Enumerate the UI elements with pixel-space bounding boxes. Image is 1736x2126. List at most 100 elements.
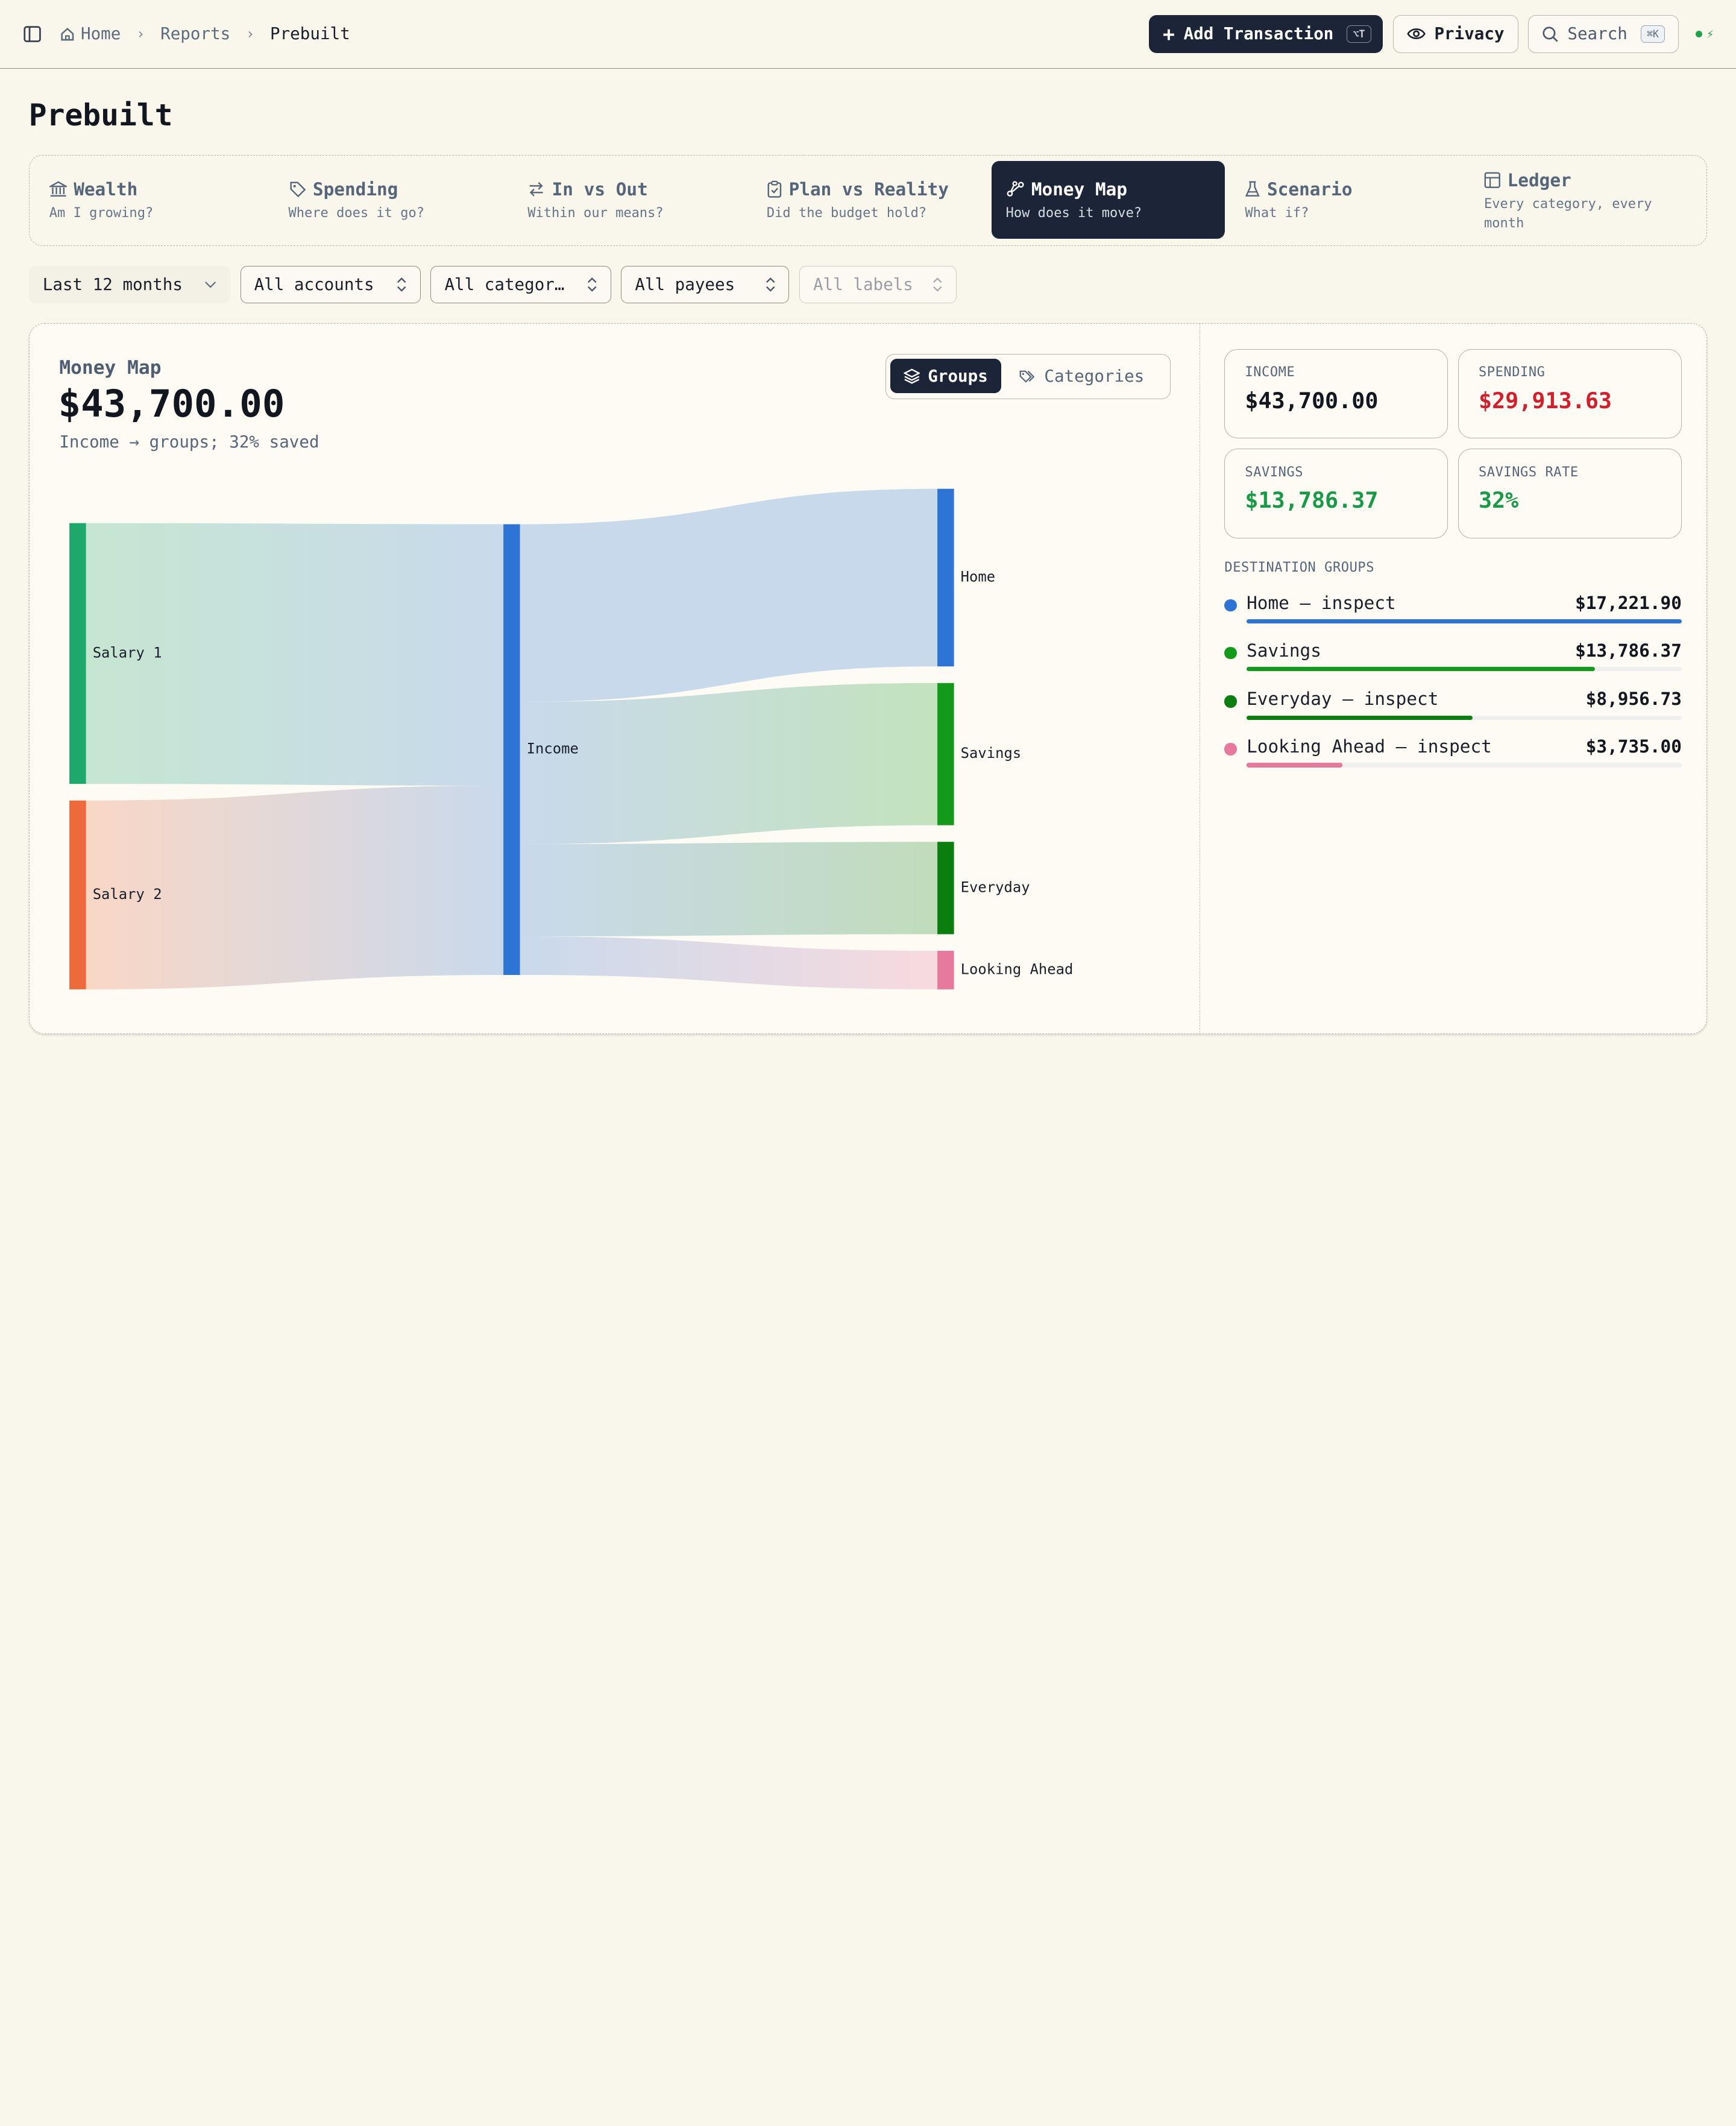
tab-wealth[interactable]: Wealth Am I growing?: [35, 161, 269, 239]
breadcrumb-reports[interactable]: Reports: [160, 24, 230, 43]
period-select-value: Last 12 months: [42, 275, 183, 295]
sankey-link: [520, 683, 937, 845]
destination-bar-track: [1247, 666, 1682, 672]
destination-bar-fill: [1247, 715, 1473, 720]
income-stat-label: INCOME: [1245, 365, 1295, 380]
destination-dot: [1224, 646, 1237, 659]
chevron-right-icon: ›: [245, 25, 255, 43]
flow-icon: [1007, 181, 1024, 197]
breadcrumb-current: Prebuilt: [270, 24, 350, 44]
savings-stat-label: SAVINGS: [1245, 464, 1304, 480]
sankey-node-target: [937, 488, 954, 667]
destination-amount: $13,786.37: [1575, 640, 1682, 661]
sankey-label-source: Salary 2: [92, 886, 162, 903]
categories-select[interactable]: All categor…: [430, 265, 611, 304]
destination-dot: [1224, 743, 1237, 755]
chevron-down-icon: [204, 281, 216, 288]
destination-amount: $3,735.00: [1585, 736, 1682, 757]
income-stat: INCOME $43,700.00: [1224, 349, 1448, 439]
destination-row-savings[interactable]: Savings $13,786.37: [1224, 640, 1682, 684]
chevron-right-icon: ›: [136, 25, 145, 43]
updown-icon: [766, 277, 775, 292]
destination-row-everyday[interactable]: Everyday — inspect $8,956.73: [1224, 689, 1682, 733]
destination-name: Savings: [1247, 640, 1321, 661]
sync-status: ⚡: [1695, 27, 1714, 42]
destination-bar-track: [1247, 619, 1682, 624]
search-label: Search: [1567, 24, 1628, 44]
destination-bar-fill: [1247, 763, 1342, 768]
labels-select-value: All labels: [813, 275, 913, 295]
add-shortcut-badge: ⌥T: [1347, 25, 1371, 43]
plus-icon: +: [1163, 22, 1175, 46]
tab-money-map[interactable]: Money Map How does it move?: [991, 161, 1225, 239]
tab-spending[interactable]: Spending Where does it go?: [274, 161, 508, 239]
search-shortcut-badge: ⌘K: [1640, 25, 1665, 43]
bank-icon: [49, 181, 68, 197]
destination-amount: $17,221.90: [1575, 592, 1682, 613]
payees-select[interactable]: All payees: [621, 265, 790, 304]
destination-bar-track: [1247, 763, 1682, 768]
sankey-link: [520, 936, 937, 990]
period-select[interactable]: Last 12 months: [28, 265, 231, 304]
destination-dot: [1224, 695, 1237, 708]
spending-stat-value: $29,913.63: [1478, 388, 1612, 414]
sankey-chart: Salary 1 Salary 2 Home Savings Everyday Looki…: [69, 488, 1073, 990]
sankey-label-target: Looking Ahead: [960, 961, 1073, 978]
search-button[interactable]: Search ⌘K: [1528, 15, 1679, 53]
privacy-button[interactable]: Privacy: [1392, 15, 1518, 53]
savings-stat: SAVINGS $13,786.37: [1224, 448, 1448, 538]
bolt-icon: ⚡: [1706, 27, 1714, 42]
sankey-label-target: Everyday: [960, 879, 1030, 896]
updown-icon: [397, 277, 406, 292]
sankey-node-target: [937, 842, 954, 935]
app-root: Home › Reports › Prebuilt + Add Transact…: [0, 0, 1736, 1157]
arrows-icon: [529, 181, 543, 197]
add-transaction-button[interactable]: + Add Transaction ⌥T: [1148, 15, 1383, 53]
sankey-node-source: [69, 523, 86, 784]
accounts-select-value: All accounts: [254, 275, 374, 295]
breadcrumb-home[interactable]: Home: [60, 24, 121, 43]
accounts-select[interactable]: All accounts: [240, 265, 421, 304]
eye-icon: [1406, 28, 1426, 40]
tab-plan-vs-reality-subtitle: Did the budget hold?: [766, 206, 927, 221]
top-bar: Home › Reports › Prebuilt + Add Transact…: [0, 0, 1736, 69]
spending-stat-label: SPENDING: [1478, 365, 1546, 380]
tab-ledger[interactable]: Ledger Every category, every month: [1470, 161, 1691, 239]
privacy-label: Privacy: [1434, 24, 1505, 44]
destination-dot: [1224, 599, 1237, 611]
tab-wealth-title: Wealth: [74, 178, 138, 200]
sankey-label-target: Savings: [960, 745, 1021, 762]
destination-name: Everyday — inspect: [1247, 689, 1439, 710]
filter-bar: Last 12 months All accounts All categor……: [28, 265, 957, 304]
tab-money-map-subtitle: How does it move?: [1005, 206, 1142, 221]
destination-row-looking-ahead[interactable]: Looking Ahead — inspect $3,735.00: [1224, 736, 1682, 780]
destination-amount: $8,956.73: [1585, 689, 1682, 710]
tab-spending-title: Spending: [312, 178, 398, 200]
tab-money-map-title: Money Map: [1031, 178, 1128, 200]
destination-name: Home — inspect: [1247, 592, 1396, 613]
income-stat-value: $43,700.00: [1245, 388, 1379, 414]
page-title: Prebuilt: [28, 97, 173, 133]
flask-icon: [1245, 181, 1260, 197]
breadcrumb-home-label: Home: [81, 24, 121, 44]
tab-scenario[interactable]: Scenario What if?: [1230, 161, 1464, 239]
savings-rate-value: 32%: [1478, 487, 1519, 514]
sankey-node-middle: [503, 524, 520, 976]
sidebar-toggle-icon[interactable]: [22, 24, 42, 44]
destination-row-home[interactable]: Home — inspect $17,221.90: [1224, 593, 1682, 637]
clipboard-icon: [767, 180, 782, 198]
savings-stat-value: $13,786.37: [1245, 487, 1379, 514]
tab-plan-vs-reality[interactable]: Plan vs Reality Did the budget hold?: [752, 161, 986, 239]
status-dot: [1695, 30, 1702, 37]
savings-rate-stat: SAVINGS RATE 32%: [1458, 448, 1682, 538]
table-icon: [1484, 172, 1500, 189]
labels-select[interactable]: All labels: [799, 265, 957, 304]
sankey-link: [520, 842, 937, 937]
tab-in-vs-out[interactable]: In vs Out Within our means?: [513, 161, 747, 239]
sankey-node-source: [69, 800, 86, 990]
sankey-link: [520, 488, 937, 702]
tab-in-vs-out-subtitle: Within our means?: [527, 206, 664, 221]
updown-icon: [933, 277, 942, 292]
tab-scenario-subtitle: What if?: [1245, 206, 1309, 221]
updown-icon: [588, 277, 597, 292]
